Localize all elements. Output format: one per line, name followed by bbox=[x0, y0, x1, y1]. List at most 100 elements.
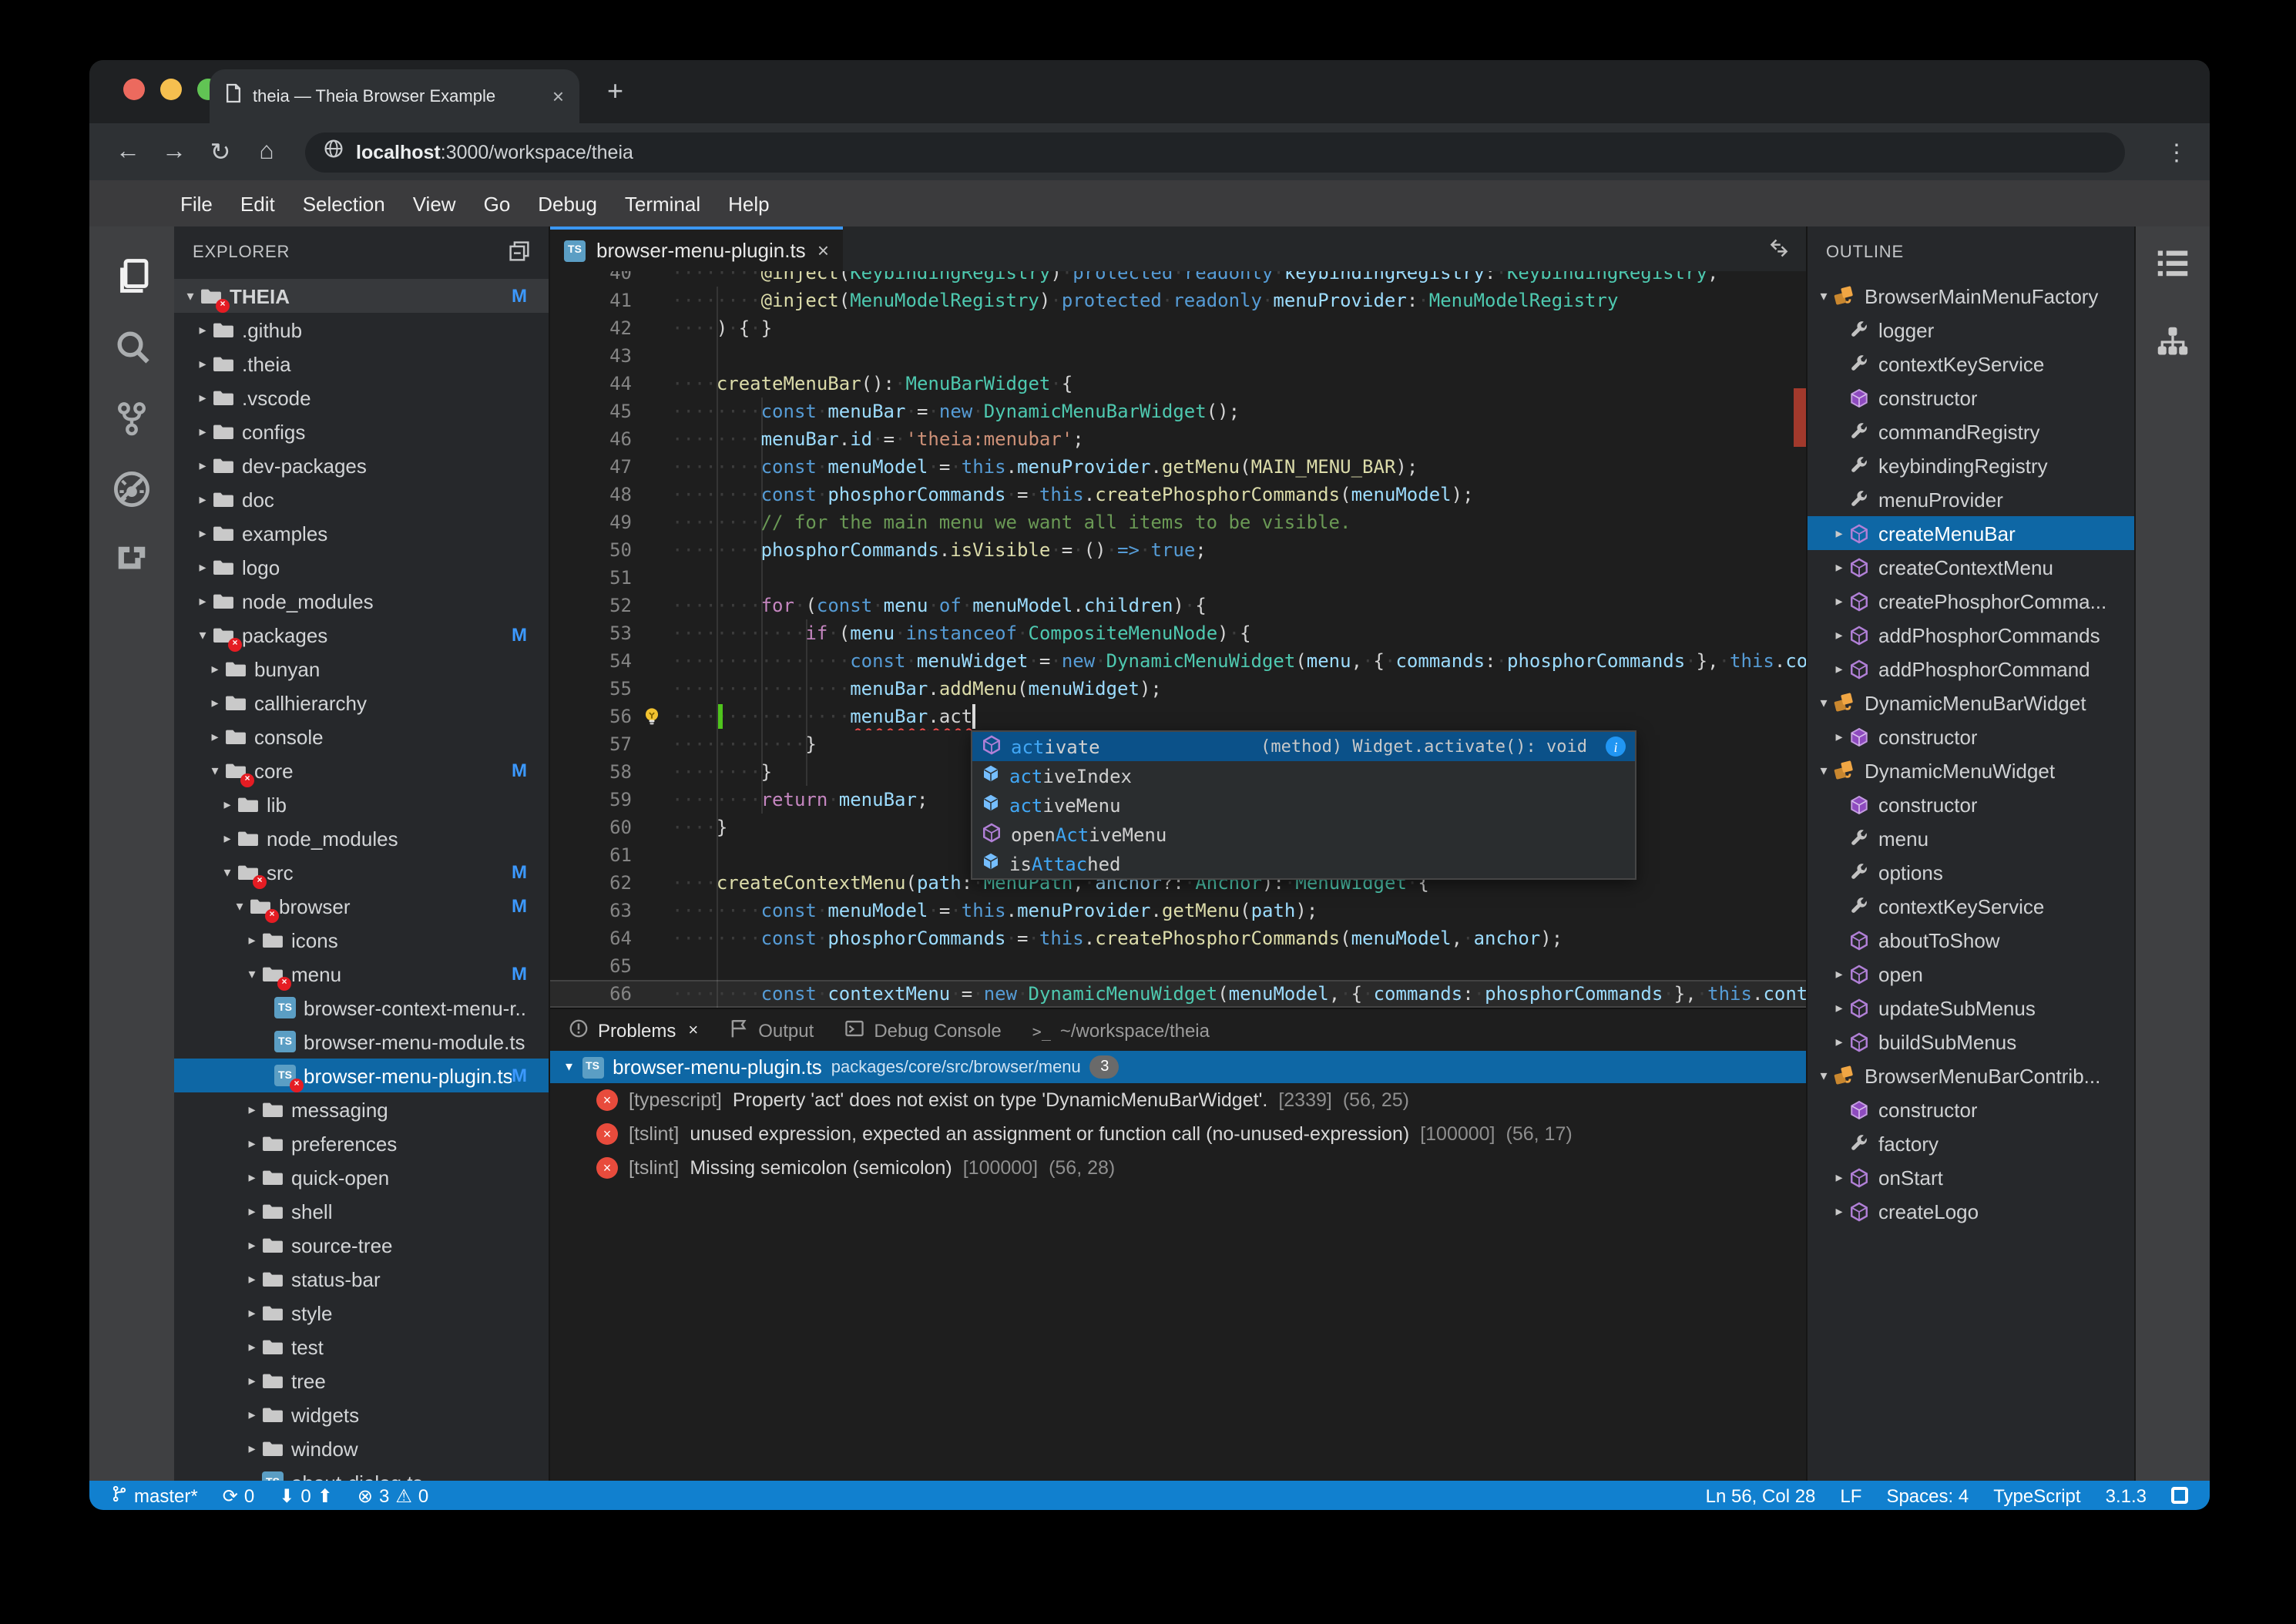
info-icon[interactable]: i bbox=[1606, 737, 1626, 757]
toggle-panel-icon[interactable] bbox=[2171, 1487, 2188, 1504]
chevron-right-icon[interactable]: ▸ bbox=[193, 321, 213, 338]
outline-item[interactable]: ▸ onStart bbox=[1808, 1160, 2134, 1194]
autocomplete-item[interactable]: isAttached bbox=[972, 849, 1635, 878]
status-item[interactable]: 3.1.3 bbox=[2106, 1485, 2147, 1506]
tree-item-file[interactable]: TS × browser-menu-plugin.ts M bbox=[174, 1059, 549, 1092]
tree-item-folder[interactable]: ▾ × THEIA M bbox=[174, 279, 549, 313]
status-item[interactable]: LF bbox=[1840, 1485, 1861, 1506]
chevron-right-icon[interactable]: ▸ bbox=[242, 1236, 262, 1253]
outline-item[interactable]: menuProvider bbox=[1808, 482, 2134, 516]
chevron-right-icon[interactable]: ▸ bbox=[205, 660, 225, 677]
tree-item-folder[interactable]: ▾ × src M bbox=[174, 855, 549, 889]
outline-item[interactable]: options bbox=[1808, 855, 2134, 889]
close-icon[interactable]: × bbox=[688, 1021, 698, 1039]
menu-item-debug[interactable]: Debug bbox=[524, 192, 611, 215]
forward-icon[interactable]: → bbox=[154, 138, 194, 166]
outline-item[interactable]: contextKeyService bbox=[1808, 347, 2134, 381]
chevron-right-icon[interactable]: ▸ bbox=[193, 559, 213, 575]
outline-item[interactable]: ▸ constructor bbox=[1808, 720, 2134, 753]
chevron-right-icon[interactable]: ▸ bbox=[242, 1440, 262, 1457]
chevron-right-icon[interactable]: ▸ bbox=[193, 355, 213, 372]
autocomplete-item[interactable]: activeMenu bbox=[972, 790, 1635, 820]
close-window-button[interactable] bbox=[123, 79, 145, 100]
status-group[interactable]: ⊗ 3 ⚠ 0 bbox=[357, 1485, 428, 1506]
tree-item-file[interactable]: TS about-dialog.ts bbox=[174, 1465, 549, 1481]
outline-item[interactable]: factory bbox=[1808, 1126, 2134, 1160]
tree-item-folder[interactable]: ▸ console bbox=[174, 720, 549, 753]
chevron-down-icon[interactable]: ▾ bbox=[1814, 694, 1834, 711]
tree-item-folder[interactable]: ▸ logo bbox=[174, 550, 549, 584]
tree-item-folder[interactable]: ▸ .github bbox=[174, 313, 549, 347]
chevron-right-icon[interactable]: ▸ bbox=[242, 1203, 262, 1220]
outline-item[interactable]: constructor bbox=[1808, 1092, 2134, 1126]
status-item[interactable]: TypeScript bbox=[1993, 1485, 2080, 1506]
tree-item-folder[interactable]: ▸ .theia bbox=[174, 347, 549, 381]
status-group[interactable]: ⟳ 0 bbox=[223, 1485, 255, 1506]
chevron-right-icon[interactable]: ▸ bbox=[193, 491, 213, 508]
tree-item-folder[interactable]: ▾ × menu M bbox=[174, 957, 549, 991]
chevron-right-icon[interactable]: ▸ bbox=[1829, 660, 1849, 677]
outline-item[interactable]: ▸ updateSubMenus bbox=[1808, 991, 2134, 1025]
menu-item-edit[interactable]: Edit bbox=[227, 192, 289, 215]
tree-item-folder[interactable]: ▾ × packages M bbox=[174, 618, 549, 652]
chevron-right-icon[interactable]: ▸ bbox=[242, 1135, 262, 1152]
chevron-right-icon[interactable]: ▸ bbox=[217, 796, 237, 813]
tree-item-folder[interactable]: ▸ status-bar bbox=[174, 1262, 549, 1296]
outline-item[interactable]: ▸ addPhosphorCommand bbox=[1808, 652, 2134, 686]
outline-item[interactable]: constructor bbox=[1808, 381, 2134, 414]
chevron-down-icon[interactable]: ▾ bbox=[1814, 762, 1834, 779]
chevron-right-icon[interactable]: ▸ bbox=[242, 1169, 262, 1186]
outline-item[interactable]: commandRegistry bbox=[1808, 414, 2134, 448]
chevron-right-icon[interactable]: ▸ bbox=[205, 694, 225, 711]
chevron-right-icon[interactable]: ▸ bbox=[242, 1304, 262, 1321]
chevron-right-icon[interactable]: ▸ bbox=[1829, 1033, 1849, 1050]
autocomplete-item[interactable]: activate (method) Widget.activate(): void… bbox=[972, 732, 1635, 761]
address-bar[interactable]: localhost:3000/workspace/theia bbox=[305, 132, 2125, 172]
outline-item[interactable]: keybindingRegistry bbox=[1808, 448, 2134, 482]
chevron-right-icon[interactable]: ▸ bbox=[242, 1338, 262, 1355]
tree-item-folder[interactable]: ▸ lib bbox=[174, 787, 549, 821]
chevron-down-icon[interactable]: ▾ bbox=[1814, 287, 1834, 304]
chevron-right-icon[interactable]: ▸ bbox=[242, 1372, 262, 1389]
chevron-right-icon[interactable]: ▸ bbox=[193, 423, 213, 440]
status-group[interactable]: ⬇ 0 ⬆ bbox=[279, 1485, 333, 1506]
outline-item[interactable]: ▸ createPhosphorComma... bbox=[1808, 584, 2134, 618]
chevron-right-icon[interactable]: ▸ bbox=[1829, 999, 1849, 1016]
editor-tab[interactable]: TS browser-menu-plugin.ts × bbox=[550, 226, 843, 271]
chevron-down-icon[interactable]: ▾ bbox=[205, 762, 225, 779]
status-group[interactable]: master* bbox=[111, 1483, 198, 1508]
tree-item-folder[interactable]: ▸ source-tree bbox=[174, 1228, 549, 1262]
chevron-right-icon[interactable]: ▸ bbox=[1829, 728, 1849, 745]
outline-item[interactable]: ▸ createContextMenu bbox=[1808, 550, 2134, 584]
split-editor-icon[interactable] bbox=[1767, 237, 1791, 267]
tree-item-folder[interactable]: ▸ configs bbox=[174, 414, 549, 448]
chevron-right-icon[interactable]: ▸ bbox=[242, 1270, 262, 1287]
tree-item-folder[interactable]: ▸ preferences bbox=[174, 1126, 549, 1160]
chevron-down-icon[interactable]: ▾ bbox=[242, 965, 262, 982]
tree-item-folder[interactable]: ▸ shell bbox=[174, 1194, 549, 1228]
chevron-down-icon[interactable]: ▾ bbox=[230, 898, 250, 914]
panel-tab--workspace-theia[interactable]: >_ ~/workspace/theia bbox=[1032, 1019, 1210, 1041]
hierarchy-icon[interactable] bbox=[2156, 325, 2190, 367]
code-editor[interactable]: 40 ········@inject(KeybindingRegistry)·pr… bbox=[550, 271, 1806, 1008]
autocomplete-item[interactable]: openActiveMenu bbox=[972, 820, 1635, 849]
plugin-icon[interactable] bbox=[89, 524, 174, 595]
chevron-right-icon[interactable]: ▸ bbox=[242, 931, 262, 948]
outline-item[interactable]: menu bbox=[1808, 821, 2134, 855]
tree-item-file[interactable]: TS browser-menu-module.ts bbox=[174, 1025, 549, 1059]
tree-item-folder[interactable]: ▸ examples bbox=[174, 516, 549, 550]
menu-item-view[interactable]: View bbox=[399, 192, 470, 215]
outline-item[interactable]: ▸ addPhosphorCommands bbox=[1808, 618, 2134, 652]
outline-item[interactable]: logger bbox=[1808, 313, 2134, 347]
collapse-folders-icon[interactable] bbox=[509, 240, 530, 266]
chevron-right-icon[interactable]: ▸ bbox=[1829, 626, 1849, 643]
debug-off-icon[interactable] bbox=[89, 453, 174, 524]
tree-item-folder[interactable]: ▸ doc bbox=[174, 482, 549, 516]
chevron-right-icon[interactable]: ▸ bbox=[205, 728, 225, 745]
problem-row[interactable]: × [tslint] unused expression, expected an … bbox=[550, 1117, 1806, 1151]
tab-close-icon[interactable]: × bbox=[552, 86, 564, 106]
chevron-down-icon[interactable]: ▾ bbox=[217, 864, 237, 881]
tree-item-folder[interactable]: ▸ .vscode bbox=[174, 381, 549, 414]
tree-item-folder[interactable]: ▸ bunyan bbox=[174, 652, 549, 686]
new-tab-button[interactable]: + bbox=[607, 75, 623, 108]
